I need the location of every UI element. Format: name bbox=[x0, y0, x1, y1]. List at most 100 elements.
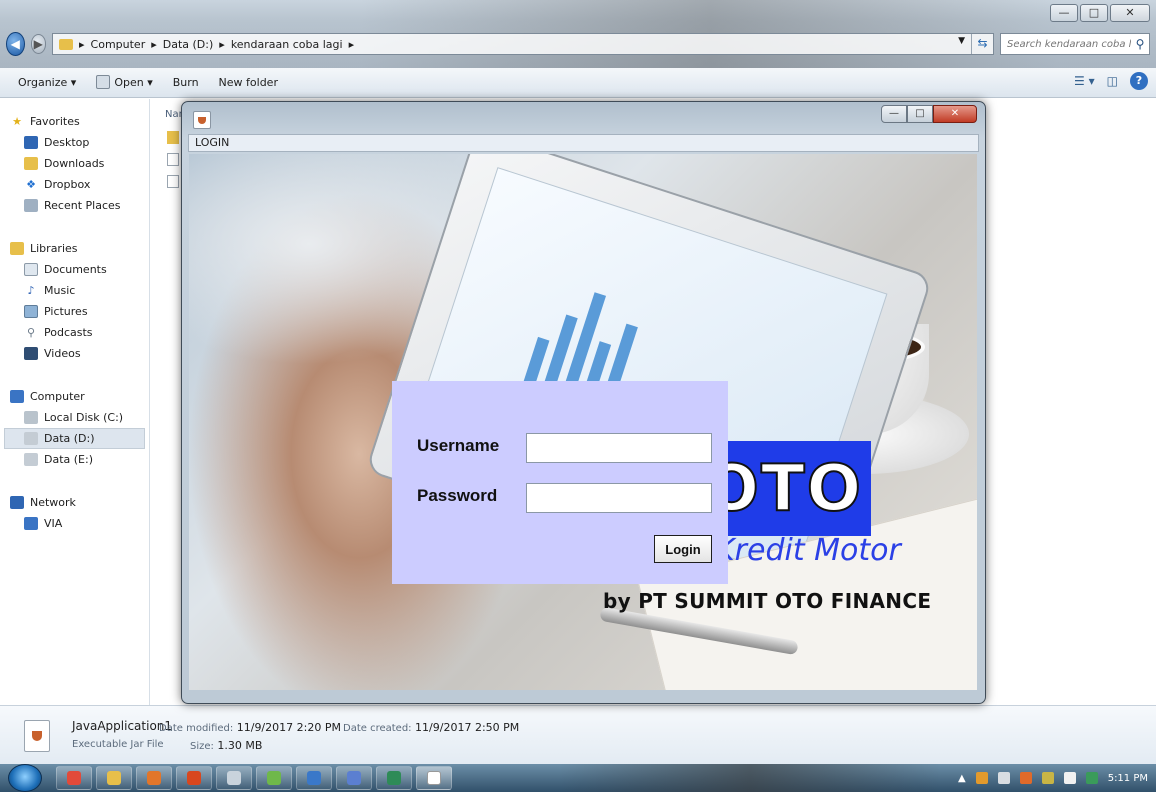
taskbar-netbeans-button[interactable] bbox=[296, 766, 332, 790]
burn-button[interactable]: Burn bbox=[163, 72, 209, 94]
netbeans-icon bbox=[307, 771, 321, 785]
date-modified: Date modified: 11/9/2017 2:20 PM bbox=[159, 721, 341, 734]
tray-app-icon[interactable] bbox=[997, 772, 1010, 784]
help-icon[interactable]: ? bbox=[1130, 72, 1148, 90]
preview-pane-icon[interactable]: ◫ bbox=[1107, 74, 1118, 88]
back-button[interactable]: ◀ bbox=[6, 32, 25, 56]
drive-icon bbox=[24, 453, 38, 466]
nav-network[interactable]: Network bbox=[0, 492, 149, 513]
java-icon bbox=[193, 111, 211, 129]
nav-via[interactable]: VIA bbox=[0, 513, 149, 534]
app-icon bbox=[387, 771, 401, 785]
network-tray-icon[interactable] bbox=[1085, 772, 1098, 784]
search-input[interactable] bbox=[1007, 38, 1131, 50]
tray-app-icon[interactable] bbox=[975, 772, 988, 784]
breadcrumb-current-folder[interactable]: kendaraan coba lagi bbox=[231, 38, 343, 51]
login-button[interactable]: Login bbox=[654, 535, 712, 563]
taskbar-explorer-button[interactable] bbox=[96, 766, 132, 790]
file-icon[interactable] bbox=[167, 175, 179, 188]
jar-file-icon[interactable] bbox=[167, 153, 179, 166]
folder-icon bbox=[59, 38, 73, 50]
login-panel: Username Password Login bbox=[392, 381, 728, 584]
login-menu[interactable]: LOGIN bbox=[195, 136, 229, 149]
taskbar-chrome-button[interactable] bbox=[56, 766, 92, 790]
nav-libraries[interactable]: Libraries bbox=[0, 238, 149, 259]
pictures-icon bbox=[24, 305, 38, 318]
taskbar-app-button[interactable] bbox=[336, 766, 372, 790]
taskbar-java-button[interactable] bbox=[416, 766, 452, 790]
date-created-label: Date created: bbox=[343, 723, 412, 734]
minimize-button[interactable]: — bbox=[1050, 4, 1078, 22]
nav-downloads[interactable]: Downloads bbox=[0, 153, 149, 174]
date-created-value: 11/9/2017 2:50 PM bbox=[415, 721, 520, 734]
flag-icon[interactable] bbox=[1063, 772, 1076, 784]
nav-podcasts[interactable]: ⚲ Podcasts bbox=[0, 322, 149, 343]
navigation-row: ◀ ▶ ▸ Computer ▸ Data (D:) ▸ kendaraan c… bbox=[6, 30, 1150, 58]
downloads-icon bbox=[24, 157, 38, 170]
dialog-close-button[interactable]: ✕ bbox=[933, 105, 977, 123]
start-button[interactable] bbox=[8, 764, 42, 792]
network-icon bbox=[10, 496, 24, 509]
tray-app-icon[interactable] bbox=[1019, 772, 1032, 784]
tray-app-icon[interactable] bbox=[1041, 772, 1054, 784]
dialog-minimize-button[interactable]: — bbox=[881, 105, 907, 123]
nav-favorites[interactable]: ★ Favorites bbox=[0, 111, 149, 132]
nav-documents[interactable]: Documents bbox=[0, 259, 149, 280]
password-field[interactable] bbox=[526, 483, 712, 513]
dialog-maximize-button[interactable]: □ bbox=[907, 105, 933, 123]
nav-videos[interactable]: Videos bbox=[0, 343, 149, 364]
nav-dropbox[interactable]: ❖ Dropbox bbox=[0, 174, 149, 195]
close-button[interactable]: ✕ bbox=[1110, 4, 1150, 22]
taskbar-browser-button[interactable] bbox=[176, 766, 212, 790]
new-folder-button[interactable]: New folder bbox=[209, 72, 288, 94]
folder-icon[interactable] bbox=[167, 131, 179, 144]
view-options-icon[interactable]: ☰ ▾ bbox=[1074, 74, 1095, 88]
search-box[interactable]: ⚲ bbox=[1000, 33, 1150, 55]
taskbar-app-button[interactable] bbox=[376, 766, 412, 790]
date-modified-label: Date modified: bbox=[159, 723, 234, 734]
forward-button[interactable]: ▶ bbox=[30, 34, 46, 54]
computer-icon bbox=[10, 390, 24, 403]
libraries-icon bbox=[10, 242, 24, 255]
nav-label: Network bbox=[30, 496, 76, 509]
nav-data-d[interactable]: Data (D:) bbox=[4, 428, 145, 449]
nav-label: Documents bbox=[44, 263, 107, 276]
address-dropdown-icon[interactable]: ▼ bbox=[958, 36, 965, 46]
system-tray: ▲ 5:11 PM bbox=[958, 764, 1148, 792]
recent-places-icon bbox=[24, 199, 38, 212]
refresh-icon[interactable]: ⇆ bbox=[971, 34, 993, 54]
nav-label: Desktop bbox=[44, 136, 90, 149]
username-field[interactable] bbox=[526, 433, 712, 463]
logo-company-text: by PT SUMMIT OTO FINANCE bbox=[603, 589, 932, 613]
nav-desktop[interactable]: Desktop bbox=[0, 132, 149, 153]
nav-data-e[interactable]: Data (E:) bbox=[0, 449, 149, 470]
explorer-titlebar: — □ ✕ ◀ ▶ ▸ Computer ▸ Data (D:) ▸ kenda… bbox=[0, 0, 1156, 68]
breadcrumb-data-d[interactable]: Data (D:) bbox=[163, 38, 214, 51]
search-icon[interactable]: ⚲ bbox=[1131, 37, 1149, 51]
drive-icon bbox=[24, 432, 38, 445]
dialog-menu-bar: LOGIN bbox=[188, 134, 979, 152]
clock[interactable]: 5:11 PM bbox=[1108, 773, 1148, 784]
taskbar-app-button[interactable] bbox=[256, 766, 292, 790]
taskbar-firefox-button[interactable] bbox=[136, 766, 172, 790]
background-image: OTO Kredit Motor by PT SUMMIT OTO FINANC… bbox=[189, 154, 977, 690]
nav-recent-places[interactable]: Recent Places bbox=[0, 195, 149, 216]
window-controls: — □ ✕ bbox=[1050, 4, 1150, 22]
nav-pictures[interactable]: Pictures bbox=[0, 301, 149, 322]
taskbar-app-button[interactable] bbox=[216, 766, 252, 790]
file-type: Executable Jar File bbox=[72, 739, 164, 750]
jar-file-icon bbox=[24, 720, 50, 752]
tray-expand-icon[interactable]: ▲ bbox=[958, 773, 966, 784]
nav-label: Dropbox bbox=[44, 178, 91, 191]
breadcrumb-separator: ▸ bbox=[151, 37, 157, 51]
drive-icon bbox=[24, 411, 38, 424]
open-menu[interactable]: Open ▾ bbox=[86, 72, 162, 94]
nav-music[interactable]: ♪ Music bbox=[0, 280, 149, 301]
nav-label: Libraries bbox=[30, 242, 78, 255]
organize-menu[interactable]: Organize ▾ bbox=[8, 72, 86, 94]
nav-computer[interactable]: Computer bbox=[0, 386, 149, 407]
address-bar[interactable]: ▸ Computer ▸ Data (D:) ▸ kendaraan coba … bbox=[52, 33, 994, 55]
nav-local-disk-c[interactable]: Local Disk (C:) bbox=[0, 407, 149, 428]
breadcrumb-computer[interactable]: Computer bbox=[91, 38, 146, 51]
maximize-button[interactable]: □ bbox=[1080, 4, 1108, 22]
